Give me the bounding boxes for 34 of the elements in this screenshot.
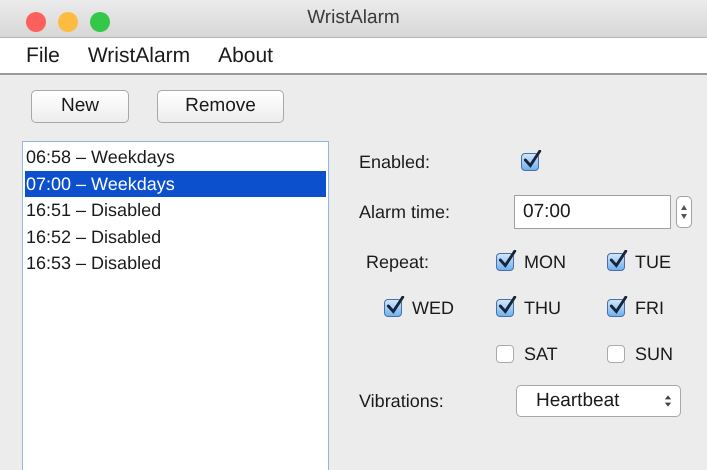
alarm-list-item[interactable]: 16:53 – Disabled <box>25 250 326 276</box>
time-field[interactable]: 07:00 <box>514 195 671 229</box>
checkbox[interactable] <box>521 153 539 171</box>
alarm-list-item[interactable]: 16:52 – Disabled <box>25 224 326 250</box>
alarm-list-item[interactable]: 07:00 – Weekdays <box>25 170 326 197</box>
checkbox[interactable] <box>384 299 402 317</box>
checkbox[interactable] <box>607 253 625 271</box>
day-label: SAT <box>524 342 558 366</box>
alarm-list-item[interactable]: 06:58 – Weekdays <box>25 144 326 170</box>
window-title: WristAlarm <box>307 6 400 30</box>
toolbar-button[interactable]: New <box>31 90 129 123</box>
dropdown-arrows-icon <box>664 394 672 408</box>
field-label: Vibrations: <box>359 390 445 412</box>
alarm-list-item[interactable]: 16:51 – Disabled <box>25 197 326 224</box>
vibration-dropdown[interactable]: Heartbeat <box>516 385 681 417</box>
day-label: FRI <box>635 296 664 320</box>
checkbox[interactable] <box>496 253 514 271</box>
menu-item[interactable]: File <box>26 40 60 72</box>
day-label: SUN <box>635 342 674 366</box>
field-label: Alarm time: <box>359 200 452 224</box>
day-label: MON <box>524 250 566 274</box>
checkbox[interactable] <box>607 345 625 363</box>
field-label: Repeat: <box>365 250 430 274</box>
menu-item[interactable]: About <box>218 40 274 72</box>
day-label: THU <box>524 296 561 320</box>
field-label: Enabled: <box>359 150 432 174</box>
checkbox[interactable] <box>607 299 625 317</box>
menu-item[interactable]: WristAlarm <box>88 40 190 72</box>
day-label: WED <box>412 296 454 320</box>
checkbox[interactable] <box>496 299 514 317</box>
day-label: TUE <box>635 250 671 274</box>
toolbar-button[interactable]: Remove <box>157 90 284 123</box>
spinner-icon[interactable] <box>676 196 692 228</box>
checkbox[interactable] <box>496 345 514 363</box>
